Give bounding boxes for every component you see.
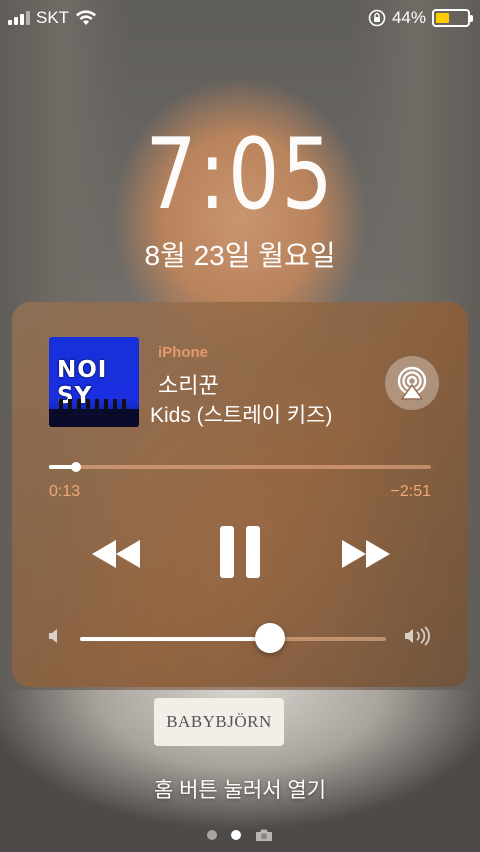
orientation-lock-icon <box>368 9 386 27</box>
wifi-icon <box>76 10 97 25</box>
rewind-button[interactable] <box>86 532 146 576</box>
airplay-button[interactable] <box>385 356 439 410</box>
status-bar-left: SKT <box>8 8 97 28</box>
carrier-name: SKT <box>36 8 70 27</box>
page-indicator[interactable] <box>0 828 480 842</box>
lock-screen-clock: 7:05 <box>145 118 335 232</box>
unlock-hint: 홈 버튼 눌러서 열기 <box>153 779 327 802</box>
rewind-icon <box>92 540 140 568</box>
status-bar-right: 44% <box>368 8 473 28</box>
battery-level-fill <box>436 13 450 23</box>
playback-source: iPhone <box>158 344 209 361</box>
battery-icon <box>432 9 473 27</box>
pause-icon <box>220 526 260 578</box>
lock-screen-date: 8월 23일 월요일 <box>144 240 336 271</box>
status-bar: SKT 44% <box>0 0 480 36</box>
volume-slider[interactable] <box>80 623 386 653</box>
fast-forward-button[interactable] <box>336 532 396 576</box>
pause-button[interactable] <box>215 522 265 582</box>
wallpaper-brand-tag: BABYBJÖRN <box>154 698 284 746</box>
volume-low-icon <box>49 629 57 643</box>
fast-forward-icon <box>342 540 390 568</box>
playback-scrubber-knob[interactable] <box>70 462 81 472</box>
battery-percent: 44% <box>391 8 426 27</box>
page-dot[interactable] <box>207 830 217 840</box>
artist-name: Kids (스트레이 키즈) <box>150 404 333 427</box>
volume-high-icon <box>405 626 430 646</box>
volume-slider-fill <box>80 637 270 641</box>
airplay-icon <box>397 366 427 400</box>
album-art-ground <box>49 409 139 427</box>
now-playing-widget[interactable]: NOI SY iPhone 소리꾼 Kids (스트레이 키즈) 0:13 −2… <box>12 302 468 687</box>
signal-icon <box>8 11 30 25</box>
song-title: 소리꾼 <box>158 373 219 398</box>
time-remaining: −2:51 <box>390 483 431 500</box>
album-art[interactable]: NOI SY <box>49 337 139 427</box>
time-elapsed: 0:13 <box>49 483 81 500</box>
playback-scrubber[interactable] <box>49 462 431 472</box>
page-dot-active[interactable] <box>231 830 241 840</box>
volume-slider-knob[interactable] <box>254 623 285 653</box>
camera-icon[interactable] <box>255 828 273 842</box>
